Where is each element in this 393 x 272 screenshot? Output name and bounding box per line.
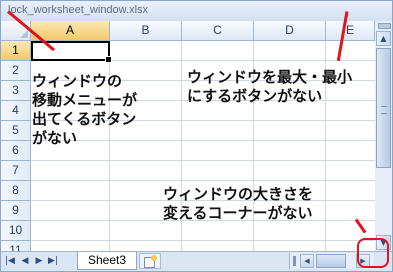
gridline xyxy=(31,240,375,241)
scroll-up-button[interactable]: ▲ xyxy=(376,31,391,46)
row-header-11[interactable]: 11 xyxy=(1,241,31,251)
row-header-2[interactable]: 2 xyxy=(1,61,31,81)
column-header-b[interactable]: B xyxy=(110,21,182,41)
column-header-c[interactable]: C xyxy=(182,21,254,41)
annotation-resize: ウィンドウの大きさを 変えるコーナーがない xyxy=(163,185,314,222)
sheet-tab-sheet3[interactable]: Sheet3 xyxy=(77,252,137,270)
title-bar[interactable]: lock_worksheet_window.xlsx xyxy=(1,1,392,21)
vertical-scroll-thumb[interactable] xyxy=(376,48,391,168)
active-cell-a1[interactable] xyxy=(31,41,112,63)
row-header-9[interactable]: 9 xyxy=(1,201,31,221)
gridline xyxy=(31,160,375,161)
annotation-move-menu: ウィンドウの 移動メニューが 出てくるボタン がない xyxy=(32,72,138,147)
row-header-8[interactable]: 8 xyxy=(1,181,31,201)
window-title: lock_worksheet_window.xlsx xyxy=(8,4,149,16)
sheet-tab-bar: |◀ ◀ ▶ ▶| Sheet3 ◀ ▶ xyxy=(1,251,392,271)
tab-split-handle[interactable] xyxy=(293,256,296,266)
column-header-d[interactable]: D xyxy=(254,21,326,41)
select-all-corner[interactable] xyxy=(1,21,31,41)
row-header-5[interactable]: 5 xyxy=(1,121,31,141)
horizontal-scroll-thumb[interactable] xyxy=(316,254,346,268)
row-header-7[interactable]: 7 xyxy=(1,161,31,181)
row-header-1[interactable]: 1 xyxy=(1,41,31,61)
insert-sheet-icon[interactable] xyxy=(139,253,161,269)
split-box[interactable] xyxy=(378,23,391,29)
row-header-3[interactable]: 3 xyxy=(1,81,31,101)
vertical-scrollbar[interactable]: ▲ ▼ xyxy=(375,21,392,251)
grip-icon xyxy=(381,106,387,114)
row-header-6[interactable]: 6 xyxy=(1,141,31,161)
annotation-circle xyxy=(357,238,389,268)
annotation-min-max: ウィンドウを最大・最小 にするボタンがない xyxy=(187,68,353,105)
scroll-left-button[interactable]: ◀ xyxy=(300,254,314,268)
column-header-e[interactable]: E xyxy=(326,21,375,41)
last-sheet-icon[interactable]: ▶| xyxy=(47,255,59,268)
next-sheet-icon[interactable]: ▶ xyxy=(33,255,45,268)
previous-sheet-icon[interactable]: ◀ xyxy=(19,255,31,268)
row-header-10[interactable]: 10 xyxy=(1,221,31,241)
first-sheet-icon[interactable]: |◀ xyxy=(4,255,16,268)
gridline xyxy=(31,180,375,181)
row-header-4[interactable]: 4 xyxy=(1,101,31,121)
